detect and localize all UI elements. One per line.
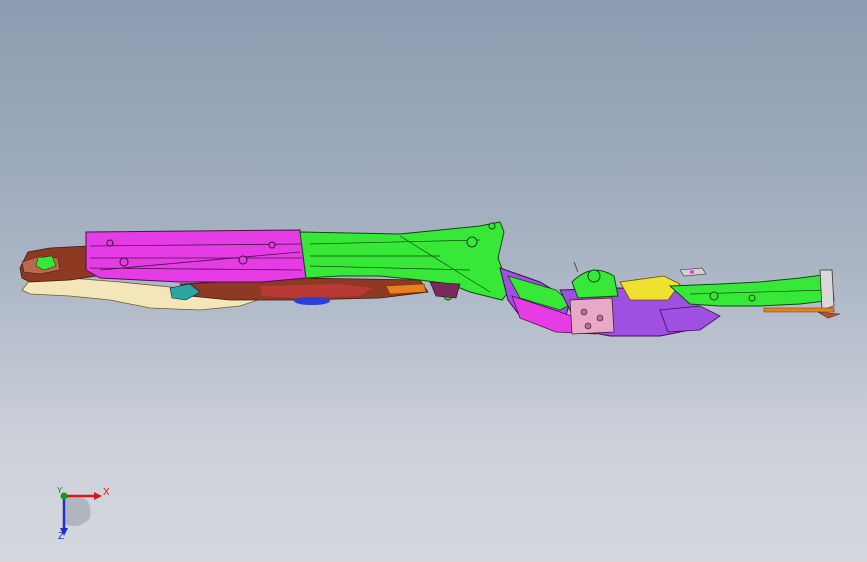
- purple-under-extension: [659, 305, 721, 333]
- boom-pin-3: [268, 241, 276, 249]
- assembly-model[interactable]: [0, 0, 867, 562]
- boom-pin-2: [238, 255, 248, 265]
- boom-pin-1: [119, 257, 129, 267]
- head-pink-block: [569, 297, 615, 335]
- arm-pin-1: [466, 236, 478, 248]
- boom-pin-4: [106, 239, 114, 247]
- triad-shadow: [64, 495, 91, 526]
- arm-pin-2: [488, 222, 496, 230]
- dark-arm-bracket: [429, 281, 461, 299]
- ext-pin-2: [748, 294, 756, 302]
- x-axis-arrow: [94, 492, 102, 500]
- red-underside-detail: [260, 284, 372, 298]
- ext-pin-1: [709, 291, 719, 301]
- blue-underside-part: [294, 297, 330, 305]
- dome-cap: [587, 269, 601, 283]
- x-axis-label: X: [103, 487, 110, 498]
- end-hook: [817, 311, 841, 319]
- head-yellow-plate: [619, 275, 681, 301]
- cad-viewport[interactable]: X Y Z: [0, 0, 867, 562]
- z-axis-label: Z: [58, 531, 65, 542]
- orange-underside-part: [385, 283, 427, 295]
- y-axis-label: Y: [57, 486, 63, 495]
- magenta-boom: [85, 229, 307, 283]
- end-bracket: [819, 269, 835, 311]
- end-orange-bar: [763, 307, 835, 313]
